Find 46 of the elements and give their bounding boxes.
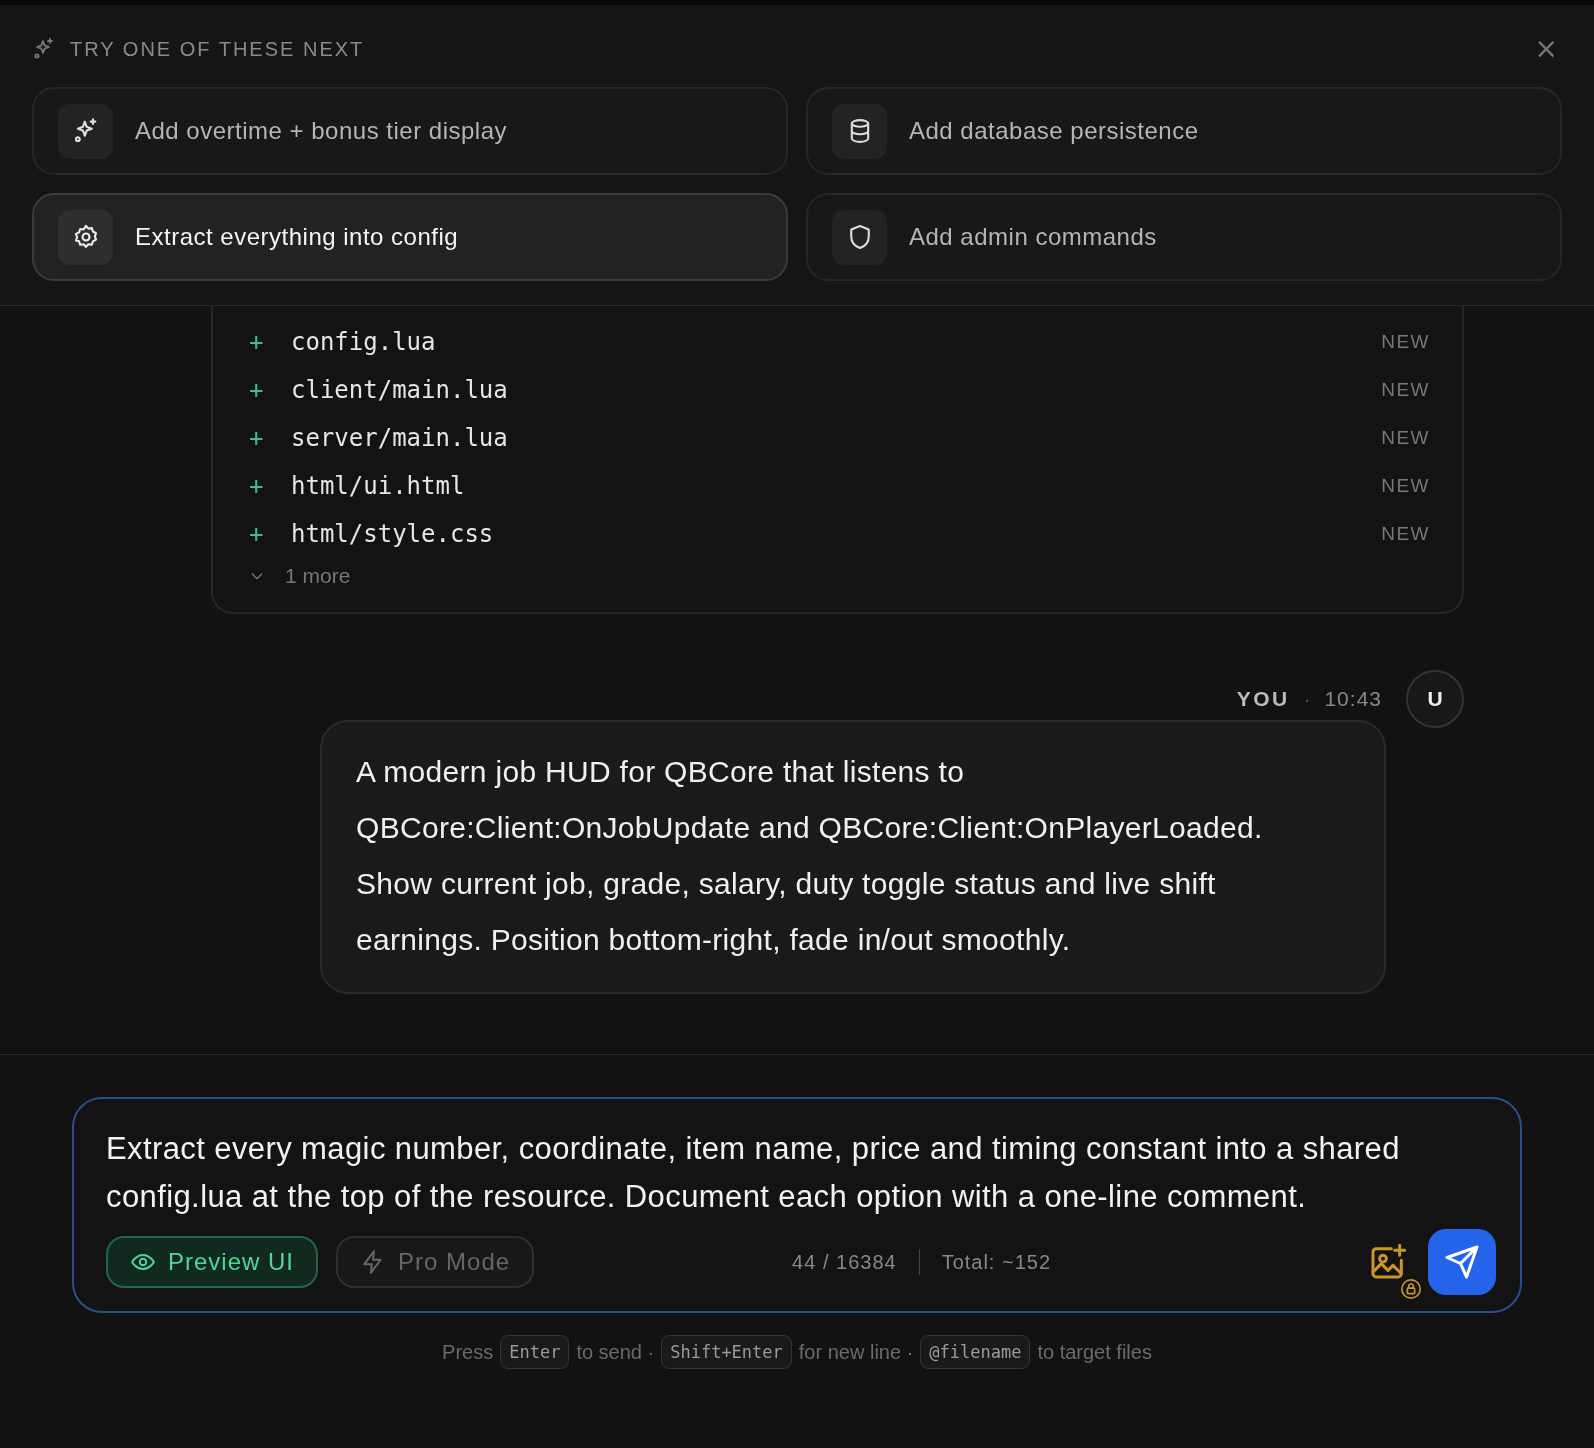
show-more-button[interactable]: 1 more <box>249 564 351 588</box>
key-label: @filename <box>920 1335 1031 1369</box>
status-label: NEW <box>1381 523 1430 545</box>
suggestion-card[interactable]: Add overtime + bonus tier display <box>32 87 788 175</box>
added-mark: + <box>249 472 265 500</box>
file-name: html/style.css <box>291 520 494 548</box>
added-mark: + <box>249 376 265 404</box>
status-label: NEW <box>1381 379 1430 401</box>
send-button[interactable] <box>1428 1229 1496 1295</box>
user-avatar: U <box>1406 670 1464 728</box>
status-label: NEW <box>1381 475 1430 497</box>
hint-text: Press <box>442 1340 494 1364</box>
suggestion-card[interactable]: Extract everything into config <box>32 193 788 281</box>
key-label: Shift+Enter <box>661 1335 792 1369</box>
suggestion-card[interactable]: Add admin commands <box>806 193 1562 281</box>
suggestion-label: Extract everything into config <box>135 223 459 251</box>
suggestion-label: Add overtime + bonus tier display <box>135 117 508 145</box>
file-name: client/main.lua <box>291 376 508 404</box>
file-name: config.lua <box>291 328 436 356</box>
sparkle-icon <box>32 37 56 61</box>
status-label: NEW <box>1381 427 1430 449</box>
suggestion-label: Add admin commands <box>909 223 1157 251</box>
message-bubble: A modern job HUD for QBCore that listens to QBCore:Client:OnJobUpdate and QBCore:Client:OnPlayerLoaded. Show current job, grade, salary, duty toggle status and live shift earnings. Position bottom-right, fade in/out smoothly. <box>320 720 1386 994</box>
hint-text: to send · <box>576 1340 655 1364</box>
close-button[interactable]: × <box>1530 37 1562 61</box>
added-mark: + <box>249 520 265 548</box>
author-name: YOU <box>1236 687 1290 711</box>
added-mark: + <box>249 328 265 356</box>
hint-text: to target files <box>1037 1340 1152 1364</box>
suggestion-label: Add database persistence <box>909 117 1199 145</box>
file-name: html/ui.html <box>291 472 465 500</box>
token-total: Total: ~152 <box>941 1250 1052 1274</box>
input-field[interactable]: Extract every magic number, coordinate, item name, price and timing constant into a shared config.lua at the top of the resource. Document each option with a one-line comment. <box>106 1125 1496 1221</box>
timestamp: 10:43 <box>1324 687 1382 711</box>
toggle-button[interactable]: Preview UI <box>106 1236 319 1288</box>
status-label: NEW <box>1381 331 1430 353</box>
character-count: 44 / 16384 <box>792 1250 897 1274</box>
hint-text: for new line · <box>798 1340 914 1364</box>
key-label: Enter <box>500 1335 570 1369</box>
send-icon <box>1444 1244 1480 1280</box>
file-name: server/main.lua <box>291 424 508 452</box>
separator-dot: · <box>1303 687 1311 711</box>
panel-title: TRY ONE OF THESE NEXT <box>70 37 365 61</box>
added-mark: + <box>249 424 265 452</box>
lock-icon <box>1400 1278 1422 1300</box>
suggestion-card[interactable]: Add database persistence <box>806 87 1562 175</box>
